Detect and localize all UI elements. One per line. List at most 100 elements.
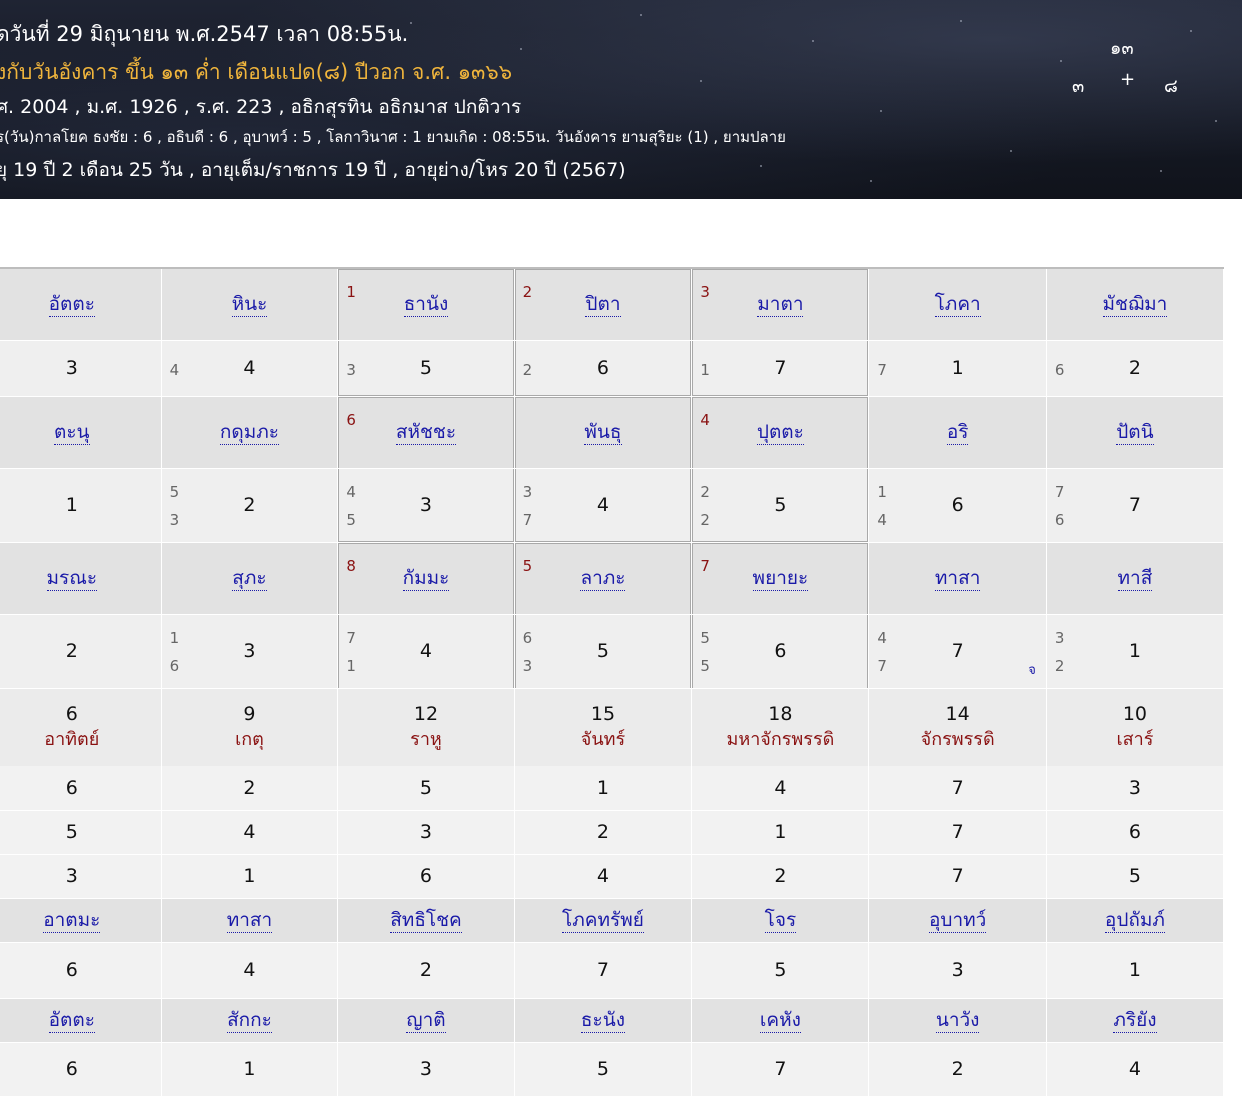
house-link[interactable]: มรณะ <box>46 567 98 591</box>
small-number-top: 5 <box>700 628 710 647</box>
block5-cell[interactable]: อัตตะ <box>0 998 162 1043</box>
value: 7 <box>951 821 964 843</box>
block5-cell[interactable]: ญาติ <box>337 998 515 1043</box>
block4-cell[interactable]: อุปถัมภ์ <box>1045 898 1225 943</box>
block2-cell[interactable]: 6 สหัชชะ <box>337 396 515 469</box>
topic-link[interactable]: โจร <box>764 909 797 933</box>
block1-cell[interactable]: มัชฌิมา <box>1045 268 1225 341</box>
house-link[interactable]: ปัตนิ <box>1116 421 1154 445</box>
block4-label-row: อาตมะ ทาสา สิทธิโชค โภคทรัพย์ โจร อุบาทว… <box>0 898 1225 943</box>
block1-value-row: 53 44 35 26 17 71 62 <box>0 340 1225 397</box>
block1-cell[interactable]: 2 ปิตา <box>513 268 693 341</box>
small-number: 7 <box>877 360 887 379</box>
house-link[interactable]: อริ <box>946 421 969 445</box>
block3-cell[interactable]: สุภะ <box>160 542 339 615</box>
planet-number: 6 <box>65 703 78 726</box>
block3-cell[interactable]: ทาสา <box>868 542 1047 615</box>
block2-cell[interactable]: กดุมภะ <box>160 396 339 469</box>
value: 2 <box>243 494 256 516</box>
topic-link[interactable]: ภริยัง <box>1113 1009 1157 1033</box>
planet-name: ราหู <box>410 729 442 751</box>
block3-cell[interactable]: 5 ลาภะ <box>513 542 693 615</box>
block4-cell[interactable]: อุบาทว์ <box>868 898 1047 943</box>
block3-cell[interactable]: 7 พยายะ <box>691 542 870 615</box>
block2-cell[interactable]: ตะนุ <box>0 396 162 469</box>
topic-link[interactable]: ทาสา <box>226 909 273 933</box>
planet-name: จักรพรรดิ <box>920 729 995 751</box>
topic-link[interactable]: ญาติ <box>406 1009 446 1033</box>
value: 4 <box>243 357 256 379</box>
planet-name: เกตุ <box>235 729 264 751</box>
house-link[interactable]: หินะ <box>231 293 268 318</box>
value-cell: 44 <box>160 340 339 397</box>
block4-cell[interactable]: ทาสา <box>160 898 339 943</box>
house-link[interactable]: ตะนุ <box>54 421 90 445</box>
block2-cell[interactable]: อริ <box>868 396 1047 469</box>
block1-cell[interactable]: 3 มาตา <box>691 268 870 341</box>
block5-cell[interactable]: ภริยัง <box>1045 998 1225 1043</box>
block4-cell[interactable]: โจร <box>691 898 870 943</box>
house-link[interactable]: มัชฌิมา <box>1102 293 1168 318</box>
house-link[interactable]: พันธุ <box>584 421 622 445</box>
block1-cell[interactable]: 1 ธานัง <box>337 268 515 341</box>
block2-cell[interactable]: พันธุ <box>513 396 693 469</box>
house-link[interactable]: สุภะ <box>232 567 267 591</box>
topic-link[interactable]: อาตมะ <box>43 909 101 933</box>
block5-cell[interactable]: ธะนัง <box>513 998 693 1043</box>
value-cell: 5 <box>1045 854 1225 899</box>
block1-cell[interactable]: หินะ <box>160 268 339 341</box>
house-link[interactable]: ปุตตะ <box>756 421 804 445</box>
block5-cell[interactable]: นาวัง <box>868 998 1047 1043</box>
topic-link[interactable]: สิทธิโชค <box>390 909 462 933</box>
house-link[interactable]: พยายะ <box>752 567 809 591</box>
topic-link[interactable]: สักกะ <box>227 1009 272 1033</box>
block5-cell[interactable]: สักกะ <box>160 998 339 1043</box>
block2-cell[interactable]: 4 ปุตตะ <box>691 396 870 469</box>
corner-right-number: ๘ <box>1164 76 1178 97</box>
topic-link[interactable]: อุบาทว์ <box>928 909 987 933</box>
topic-link[interactable]: อัตตะ <box>48 1009 95 1033</box>
house-link[interactable]: กดุมภะ <box>219 421 280 445</box>
corner-top-number: ๑๓ <box>1110 38 1134 59</box>
house-link[interactable]: ลาภะ <box>580 567 626 591</box>
house-link[interactable]: มาตา <box>757 293 804 318</box>
house-link[interactable]: ทาสา <box>934 567 981 591</box>
block2-value-row: 6 1 1 5 3 2 4 5 3 3 7 4 2 2 5 1 4 6 7 6 7 <box>0 468 1225 543</box>
value-cell: 2 <box>868 1042 1047 1097</box>
house-link[interactable]: ธานัง <box>403 293 449 318</box>
topic-link[interactable]: โภคทรัพย์ <box>562 909 644 933</box>
topic-link[interactable]: อุปถัมภ์ <box>1104 909 1165 933</box>
block4-cell[interactable]: โภคทรัพย์ <box>513 898 693 943</box>
block1-cell[interactable]: โภคา <box>868 268 1047 341</box>
block4-cell[interactable]: อาตมะ <box>0 898 162 943</box>
house-link[interactable]: โภคา <box>934 293 981 318</box>
small-number-top: 1 <box>877 482 887 501</box>
block3-cell[interactable]: ทาสี <box>1045 542 1225 615</box>
house-link[interactable]: ทาสี <box>1117 567 1153 591</box>
block5-cell[interactable]: เคหัง <box>691 998 870 1043</box>
house-mark: 4 <box>700 410 710 429</box>
block4-cell[interactable]: สิทธิโชค <box>337 898 515 943</box>
block3-cell[interactable]: 8 กัมมะ <box>337 542 515 615</box>
house-link[interactable]: ปิตา <box>585 293 621 318</box>
block2-cell[interactable]: ปัตนิ <box>1045 396 1225 469</box>
value-cell: 5 <box>513 1042 693 1097</box>
block1-label-row: อัตตะ หินะ 1 ธานัง 2 ปิตา 3 มาตา โภคา มัชฌิ… <box>0 268 1225 341</box>
value: 3 <box>419 1058 433 1080</box>
value-cell: 3 <box>868 942 1047 999</box>
value: 4 <box>596 865 610 887</box>
house-link[interactable]: สหัชชะ <box>395 421 457 445</box>
block3-cell[interactable]: มรณะ <box>0 542 162 615</box>
topic-link[interactable]: ธะนัง <box>580 1009 625 1033</box>
block1-cell[interactable]: อัตตะ <box>0 268 162 341</box>
house-link[interactable]: อัตตะ <box>48 293 95 318</box>
house-link[interactable]: กัมมะ <box>402 567 450 591</box>
value-cell: 7 <box>868 854 1047 899</box>
small-number-top: 2 <box>0 629 1 647</box>
topic-link[interactable]: นาวัง <box>935 1009 980 1033</box>
small-number-bottom: 4 <box>877 510 887 529</box>
planet-cell: 15 จันทร์ <box>513 688 693 766</box>
topic-link[interactable]: เคหัง <box>759 1009 801 1033</box>
value: 6 <box>65 959 78 981</box>
planet-cell: 6 อาทิตย์ <box>0 688 162 766</box>
